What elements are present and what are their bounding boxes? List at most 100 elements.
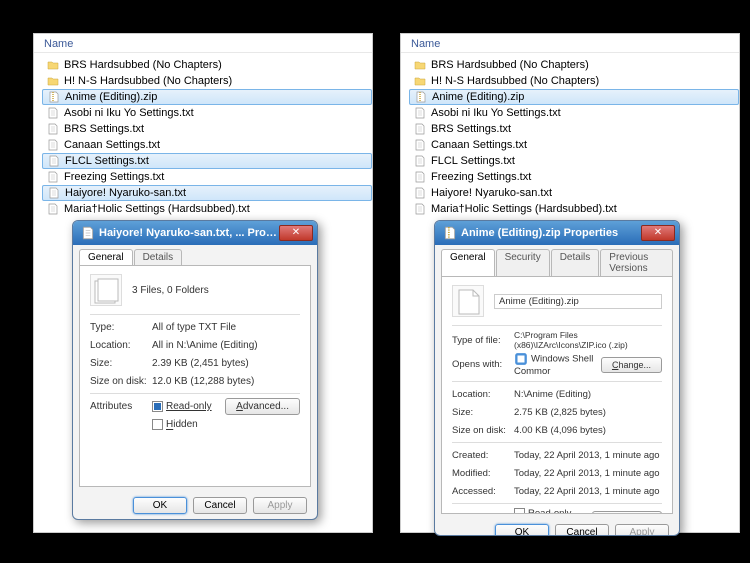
column-header[interactable]: Name bbox=[401, 34, 739, 53]
folder-icon bbox=[46, 58, 60, 72]
file-name: Freezing Settings.txt bbox=[431, 171, 531, 183]
file-row[interactable]: Haiyore! Nyaruko-san.txt bbox=[409, 185, 739, 201]
type-value: All of type TXT File bbox=[152, 322, 300, 333]
tab-previous-versions[interactable]: Previous Versions bbox=[600, 249, 673, 276]
column-header[interactable]: Name bbox=[34, 34, 372, 53]
modified-value: Today, 22 April 2013, 1 minute ago bbox=[514, 468, 662, 479]
file-row[interactable]: H! N-S Hardsubbed (No Chapters) bbox=[409, 73, 739, 89]
size-label: Size: bbox=[452, 407, 514, 418]
location-value: N:\Anime (Editing) bbox=[514, 389, 662, 400]
file-name: BRS Settings.txt bbox=[64, 123, 144, 135]
file-name: Asobi ni Iku Yo Settings.txt bbox=[64, 107, 194, 119]
txt-icon bbox=[413, 186, 427, 200]
titlebar[interactable]: Haiyore! Nyaruko-san.txt, ... Properties… bbox=[73, 221, 317, 245]
apply-button[interactable]: Apply bbox=[253, 497, 307, 514]
accessed-value: Today, 22 April 2013, 1 minute ago bbox=[514, 486, 662, 497]
modified-label: Modified: bbox=[452, 468, 514, 479]
typeoffile-label: Type of file: bbox=[452, 335, 514, 346]
sizeondisk-label: Size on disk: bbox=[452, 425, 514, 436]
file-row[interactable]: BRS Settings.txt bbox=[42, 121, 372, 137]
file-row[interactable]: Asobi ni Iku Yo Settings.txt bbox=[42, 105, 372, 121]
file-name: FLCL Settings.txt bbox=[65, 155, 149, 167]
file-name: Maria†Holic Settings (Hardsubbed).txt bbox=[431, 203, 617, 215]
file-row[interactable]: Anime (Editing).zip bbox=[42, 89, 372, 105]
advanced-button[interactable]: Advanced... bbox=[225, 398, 300, 415]
dialog-buttons: OK Cancel Apply bbox=[435, 520, 679, 536]
hidden-label[interactable]: Hidden bbox=[166, 420, 198, 431]
file-row[interactable]: Maria†Holic Settings (Hardsubbed).txt bbox=[42, 201, 372, 217]
zip-icon bbox=[47, 90, 61, 104]
tab-details[interactable]: Details bbox=[134, 249, 183, 265]
zip-icon bbox=[414, 90, 428, 104]
file-row[interactable]: BRS Hardsubbed (No Chapters) bbox=[409, 57, 739, 73]
file-row[interactable]: Maria†Holic Settings (Hardsubbed).txt bbox=[409, 201, 739, 217]
tab-general[interactable]: General bbox=[441, 249, 495, 276]
change-button[interactable]: Change... bbox=[601, 357, 662, 373]
file-name: Canaan Settings.txt bbox=[431, 139, 527, 151]
close-button[interactable]: ✕ bbox=[641, 225, 675, 241]
file-row[interactable]: BRS Hardsubbed (No Chapters) bbox=[42, 57, 372, 73]
file-row[interactable]: Canaan Settings.txt bbox=[42, 137, 372, 153]
txt-icon bbox=[413, 202, 427, 216]
file-name: BRS Hardsubbed (No Chapters) bbox=[64, 59, 222, 71]
file-name: Anime (Editing).zip bbox=[432, 91, 524, 103]
file-row[interactable]: Asobi ni Iku Yo Settings.txt bbox=[409, 105, 739, 121]
readonly-label[interactable]: Read-only bbox=[166, 401, 212, 412]
size-label: Size: bbox=[90, 358, 152, 369]
txt-icon bbox=[46, 138, 60, 152]
txt-icon bbox=[413, 122, 427, 136]
cancel-button[interactable]: Cancel bbox=[555, 524, 609, 536]
ok-button[interactable]: OK bbox=[495, 524, 549, 536]
file-name: BRS Settings.txt bbox=[431, 123, 511, 135]
txt-icon bbox=[413, 106, 427, 120]
txt-icon bbox=[413, 170, 427, 184]
tab-strip: GeneralSecurityDetailsPrevious Versions bbox=[435, 245, 679, 276]
sizeondisk-value: 12.0 KB (12,288 bytes) bbox=[152, 376, 300, 387]
readonly-checkbox[interactable] bbox=[152, 401, 163, 412]
ok-button[interactable]: OK bbox=[133, 497, 187, 514]
txt-icon bbox=[46, 170, 60, 184]
sizeondisk-value: 4.00 KB (4,096 bytes) bbox=[514, 425, 662, 436]
file-row[interactable]: H! N-S Hardsubbed (No Chapters) bbox=[42, 73, 372, 89]
properties-dialog-single: Anime (Editing).zip Properties ✕ General… bbox=[434, 220, 680, 536]
openswith-label: Opens with: bbox=[452, 359, 514, 370]
cancel-button[interactable]: Cancel bbox=[193, 497, 247, 514]
file-row[interactable]: Anime (Editing).zip bbox=[409, 89, 739, 105]
file-name: H! N-S Hardsubbed (No Chapters) bbox=[64, 75, 232, 87]
file-row[interactable]: Haiyore! Nyaruko-san.txt bbox=[42, 185, 372, 201]
file-name: H! N-S Hardsubbed (No Chapters) bbox=[431, 75, 599, 87]
file-row[interactable]: Freezing Settings.txt bbox=[42, 169, 372, 185]
file-row[interactable]: Freezing Settings.txt bbox=[409, 169, 739, 185]
location-label: Location: bbox=[452, 389, 514, 400]
apply-button[interactable]: Apply bbox=[615, 524, 669, 536]
file-name: Asobi ni Iku Yo Settings.txt bbox=[431, 107, 561, 119]
file-row[interactable]: FLCL Settings.txt bbox=[42, 153, 372, 169]
size-value: 2.75 KB (2,825 bytes) bbox=[514, 407, 662, 418]
folder-icon bbox=[413, 74, 427, 88]
readonly-label[interactable]: Read-only bbox=[528, 508, 571, 514]
file-name: Maria†Holic Settings (Hardsubbed).txt bbox=[64, 203, 250, 215]
tab-details[interactable]: Details bbox=[551, 249, 600, 276]
txt-icon bbox=[47, 186, 61, 200]
txt-icon bbox=[413, 138, 427, 152]
tab-security[interactable]: Security bbox=[496, 249, 550, 276]
advanced-button[interactable]: Advanced... bbox=[592, 511, 662, 514]
filename-field[interactable]: Anime (Editing).zip bbox=[494, 294, 662, 309]
txt-icon bbox=[46, 122, 60, 136]
summary-text: 3 Files, 0 Folders bbox=[132, 285, 209, 296]
file-row[interactable]: BRS Settings.txt bbox=[409, 121, 739, 137]
hidden-checkbox[interactable] bbox=[152, 419, 163, 430]
dialog-title: Anime (Editing).zip Properties bbox=[461, 227, 641, 239]
folder-icon bbox=[413, 58, 427, 72]
file-row[interactable]: FLCL Settings.txt bbox=[409, 153, 739, 169]
tab-general[interactable]: General bbox=[79, 249, 133, 265]
file-name: Canaan Settings.txt bbox=[64, 139, 160, 151]
dialog-buttons: OK Cancel Apply bbox=[73, 493, 317, 520]
size-value: 2.39 KB (2,451 bytes) bbox=[152, 358, 300, 369]
file-name: Haiyore! Nyaruko-san.txt bbox=[431, 187, 552, 199]
readonly-checkbox[interactable] bbox=[514, 508, 525, 514]
dialog-body: 3 Files, 0 Folders Type:All of type TXT … bbox=[79, 265, 311, 487]
file-row[interactable]: Canaan Settings.txt bbox=[409, 137, 739, 153]
close-button[interactable]: ✕ bbox=[279, 225, 313, 241]
titlebar[interactable]: Anime (Editing).zip Properties ✕ bbox=[435, 221, 679, 245]
